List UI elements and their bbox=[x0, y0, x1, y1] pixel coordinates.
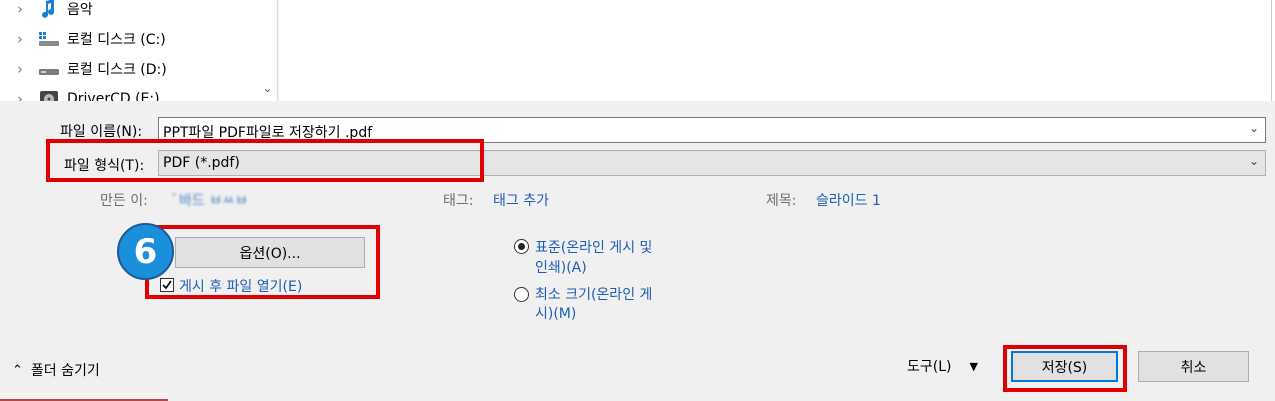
cancel-button[interactable]: 취소 bbox=[1138, 351, 1249, 382]
file-list-scrollbar[interactable] bbox=[1271, 0, 1275, 101]
title-label: 제목: bbox=[766, 193, 797, 209]
highlight-box-filetype bbox=[46, 139, 484, 182]
nav-item-drivercd-e[interactable]: › DriverCD (E:) bbox=[0, 84, 258, 101]
cancel-button-label: 취소 bbox=[1180, 359, 1207, 376]
standard-radio[interactable] bbox=[514, 239, 529, 254]
highlight-box-options bbox=[145, 225, 380, 299]
nav-item-music[interactable]: › 음악 bbox=[0, 0, 258, 24]
tags-value[interactable]: 태그 추가 bbox=[493, 190, 549, 210]
hide-folders-toggle[interactable]: ⌃ 폴더 숨기기 bbox=[12, 360, 100, 380]
nav-item-label: 로컬 디스크 (D:) bbox=[67, 62, 167, 78]
minimum-label-line2[interactable]: 시)(M) bbox=[535, 303, 576, 323]
music-note-icon bbox=[38, 0, 60, 18]
chevron-down-icon[interactable]: ⌄ bbox=[1249, 154, 1259, 168]
nav-item-label: DriverCD (E:) bbox=[67, 91, 160, 101]
chevron-right-icon[interactable]: › bbox=[14, 0, 26, 18]
nav-item-label: 로컬 디스크 (C:) bbox=[67, 32, 166, 48]
radio-selected-dot bbox=[518, 243, 525, 250]
hide-folders-label: 폴더 숨기기 bbox=[30, 363, 100, 379]
author-value[interactable]: ﾞ바드 ㅂㅆㅂ bbox=[172, 190, 248, 210]
nav-scrollbar[interactable]: ⌄ bbox=[258, 0, 277, 101]
nav-item-local-disk-c[interactable]: › 로컬 디스크 (C:) bbox=[0, 24, 258, 54]
chevron-right-icon[interactable]: › bbox=[14, 30, 26, 48]
file-list-pane[interactable] bbox=[279, 0, 1275, 101]
chevron-down-icon[interactable]: ⌄ bbox=[1249, 121, 1259, 135]
tags-label: 태그: bbox=[443, 193, 474, 209]
highlight-box-save bbox=[1003, 345, 1127, 392]
step-number-badge: 6 bbox=[117, 223, 174, 280]
standard-label-line2[interactable]: 인쇄)(A) bbox=[535, 257, 587, 277]
author-label: 만든 이: bbox=[100, 193, 148, 209]
chevron-right-icon[interactable]: › bbox=[14, 60, 26, 78]
chevron-up-icon: ⌃ bbox=[12, 362, 23, 378]
chevron-right-icon[interactable]: › bbox=[14, 90, 26, 101]
cd-drive-icon bbox=[38, 90, 60, 101]
drive-icon bbox=[38, 60, 60, 78]
nav-item-label: 음악 bbox=[67, 2, 93, 18]
navigation-pane[interactable]: › 음악 › 로컬 디스크 (C:) › 로컬 디스크 (D:) › Drive… bbox=[0, 0, 278, 101]
caret-down-icon: ▼ bbox=[969, 359, 978, 373]
minimum-size-radio[interactable] bbox=[514, 287, 529, 302]
title-value[interactable]: 슬라이드 1 bbox=[816, 190, 881, 210]
standard-label-line1[interactable]: 표준(온라인 게시 및 bbox=[535, 237, 652, 257]
tools-dropdown[interactable]: 도구(L) ▼ bbox=[907, 356, 978, 376]
tools-label: 도구(L) bbox=[907, 359, 952, 375]
windows-drive-icon bbox=[38, 30, 60, 48]
minimum-label-line1[interactable]: 최소 크기(온라인 게 bbox=[535, 284, 652, 304]
chevron-down-icon[interactable]: ⌄ bbox=[261, 82, 274, 95]
filename-label: 파일 이름(N): bbox=[60, 124, 143, 140]
nav-item-local-disk-d[interactable]: › 로컬 디스크 (D:) bbox=[0, 54, 258, 84]
